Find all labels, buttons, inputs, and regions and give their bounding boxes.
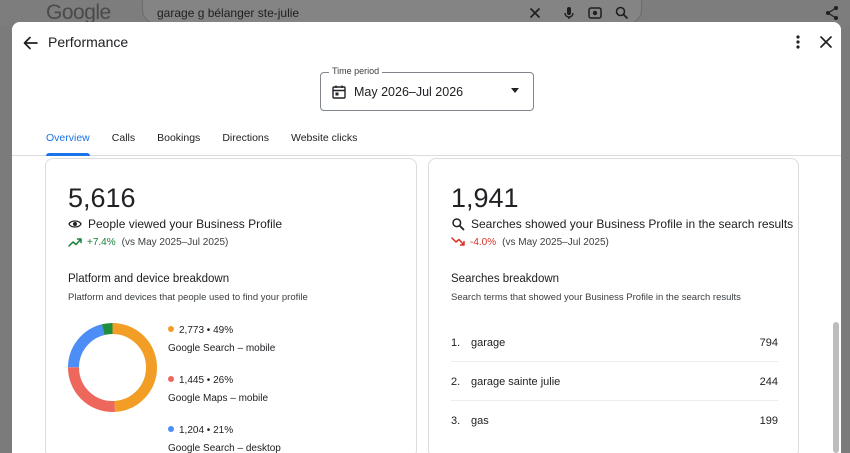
close-icon	[529, 7, 541, 19]
back-arrow-icon[interactable]	[21, 33, 41, 53]
performance-dialog: Performance Time period May 2026–Jul 202…	[12, 22, 841, 453]
searches-comparison: (vs May 2025–Jul 2025)	[502, 236, 609, 248]
legend-label: Google Search – mobile	[168, 343, 276, 354]
dialog-title: Performance	[48, 34, 129, 50]
views-change-percent: +7.4%	[87, 236, 116, 248]
close-dialog-icon[interactable]	[816, 32, 836, 52]
views-metric-line: People viewed your Business Profile	[68, 217, 282, 231]
views-total: 5,616	[68, 183, 136, 213]
share-icon	[826, 6, 838, 20]
views-change-line: +7.4% (vs May 2025–Jul 2025)	[68, 236, 228, 248]
views-comparison: (vs May 2025–Jul 2025)	[121, 236, 229, 248]
legend-value: 2,773	[179, 325, 205, 336]
time-period-label: Time period	[329, 66, 383, 76]
search-term-text: gas	[471, 415, 489, 427]
lens-icon	[588, 7, 602, 19]
legend-label: Google Search – desktop	[168, 443, 281, 453]
tab-overview[interactable]: Overview	[46, 132, 90, 156]
search-icon	[452, 218, 465, 231]
background-search-bar: garage g bélanger ste-julie	[142, 0, 642, 24]
legend-value: 1,204	[179, 425, 205, 436]
search-term-rank: 3.	[451, 415, 461, 427]
row-divider	[451, 400, 778, 401]
search-term-text: garage sainte julie	[471, 376, 561, 388]
legend-label: Google Maps – mobile	[168, 393, 269, 404]
searches-metric-label: Searches showed your Business Profile in…	[471, 217, 794, 231]
search-term-count: 244	[759, 376, 778, 388]
calendar-icon	[332, 85, 346, 99]
legend-dot	[168, 326, 174, 332]
searches-change-percent: -4.0%	[470, 236, 497, 248]
search-term-rank: 1.	[451, 337, 461, 349]
tab-bar: Overview Calls Bookings Directions Websi…	[46, 132, 379, 156]
legend-percent: 49%	[213, 325, 234, 336]
searches-breakdown-subtitle: Search terms that showed your Business P…	[451, 292, 741, 303]
views-metric-label: People viewed your Business Profile	[88, 217, 283, 231]
more-options-icon[interactable]	[789, 32, 807, 52]
search-icon	[615, 6, 629, 20]
searches-breakdown-title: Searches breakdown	[451, 273, 560, 285]
dropdown-arrow-icon	[511, 88, 519, 93]
legend-percent: 26%	[213, 375, 234, 386]
searches-change-line: -4.0% (vs May 2025–Jul 2025)	[451, 236, 609, 248]
searches-metric-line: Searches showed your Business Profile in…	[451, 217, 793, 231]
legend-value: 1,445	[179, 375, 205, 386]
trend-up-icon	[68, 238, 82, 247]
legend-dot	[168, 426, 174, 432]
profile-views-card: 5,616 People viewed your Business Profil…	[45, 158, 417, 453]
eye-icon	[68, 220, 82, 228]
legend-percent: 21%	[213, 425, 234, 436]
time-period-select[interactable]: Time period May 2026–Jul 2026	[320, 66, 534, 111]
trend-down-icon	[451, 237, 465, 246]
row-divider	[451, 361, 778, 362]
legend-item-search-desktop: 1,204 • 21% Google Search – desktop	[168, 425, 281, 453]
search-term-count: 199	[759, 415, 778, 427]
searches-card: 1,941 Searches showed your Business Prof…	[428, 158, 799, 453]
background-search-query: garage g bélanger ste-julie	[157, 6, 300, 20]
searches-total: 1,941	[451, 183, 519, 213]
tab-calls[interactable]: Calls	[112, 132, 135, 156]
mic-icon	[564, 7, 574, 19]
platform-breakdown-subtitle: Platform and devices that people used to…	[68, 292, 308, 303]
platform-donut-chart	[68, 323, 157, 412]
tab-bookings[interactable]: Bookings	[157, 132, 200, 156]
legend-dot	[168, 376, 174, 382]
search-term-text: garage	[471, 337, 506, 349]
time-period-value: May 2026–Jul 2026	[354, 85, 464, 99]
dialog-header: Performance Time period May 2026–Jul 202…	[12, 22, 841, 156]
search-term-rank: 2.	[451, 376, 461, 388]
legend-item-maps-mobile: 1,445 • 26% Google Maps – mobile	[168, 375, 269, 404]
search-term-count: 794	[759, 337, 778, 349]
platform-breakdown-title: Platform and device breakdown	[68, 273, 230, 285]
dialog-scrollbar[interactable]	[833, 322, 839, 453]
legend-item-search-mobile: 2,773 • 49% Google Search – mobile	[168, 325, 276, 354]
tab-directions[interactable]: Directions	[222, 132, 269, 156]
tab-website-clicks[interactable]: Website clicks	[291, 132, 357, 156]
